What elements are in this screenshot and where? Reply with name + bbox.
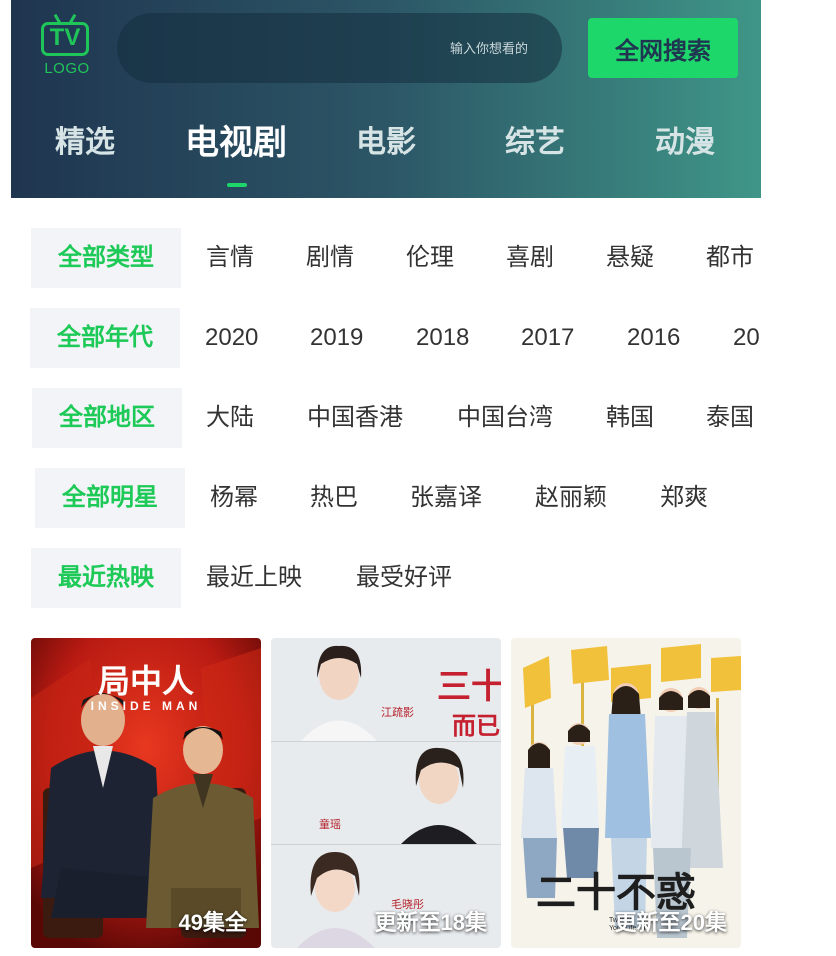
svg-text:童瑶: 童瑶	[319, 817, 341, 831]
tab-movies[interactable]: 电影	[334, 118, 438, 168]
search-input[interactable]	[117, 13, 562, 83]
filter-option[interactable]: 中国台湾	[457, 388, 553, 448]
svg-text:而已: 而已	[452, 711, 500, 740]
filter-option[interactable]: 2020	[205, 308, 258, 368]
filter-option[interactable]: 最近上映	[206, 548, 302, 608]
logo-text: LOGO	[44, 60, 90, 77]
filter-option[interactable]: 郑爽	[660, 468, 708, 528]
episode-status: 更新至18集	[374, 910, 487, 935]
filter-option[interactable]: 2016	[627, 308, 680, 368]
svg-text:INSIDE MAN: INSIDE MAN	[91, 699, 202, 713]
filter-row-star: 全部明星 杨幂 热巴 张嘉译 赵丽颖 郑爽	[0, 468, 836, 528]
episode-status: 更新至20集	[614, 910, 727, 935]
filter-option[interactable]: 泰国	[706, 388, 754, 448]
filter-row-type: 全部类型 言情 剧情 伦理 喜剧 悬疑 都市	[0, 228, 836, 288]
filter-option[interactable]: 大陆	[206, 388, 254, 448]
tv-logo[interactable]: TV LOGO	[39, 16, 95, 80]
svg-text:江疏影: 江疏影	[381, 705, 414, 719]
poster-image: 江疏影 三十 而已 童瑶 毛晓彤	[271, 638, 501, 948]
svg-text:三十: 三十	[437, 667, 501, 707]
app-header: TV LOGO 全网搜索 精选 电视剧 电影 综艺 动漫	[11, 0, 761, 198]
filter-all-types[interactable]: 全部类型	[31, 228, 181, 288]
tab-tv-series[interactable]: 电视剧	[171, 118, 301, 168]
filter-option[interactable]: 都市	[706, 228, 754, 288]
filter-all-regions[interactable]: 全部地区	[32, 388, 182, 448]
episode-status: 49集全	[178, 910, 247, 935]
filter-option[interactable]: 2019	[310, 308, 363, 368]
filter-option[interactable]: 伦理	[406, 228, 454, 288]
filter-option[interactable]: 2018	[416, 308, 469, 368]
poster-image: 局中人 INSIDE MAN	[31, 638, 261, 948]
tab-variety[interactable]: 综艺	[483, 118, 587, 168]
filter-option[interactable]: 悬疑	[606, 228, 654, 288]
filter-option[interactable]: 赵丽颖	[535, 468, 607, 528]
filter-option[interactable]: 最受好评	[356, 548, 452, 608]
filter-option[interactable]: 张嘉译	[410, 468, 482, 528]
filter-option[interactable]: 韩国	[606, 388, 654, 448]
show-card[interactable]: 江疏影 三十 而已 童瑶 毛晓彤 更新至18集	[271, 638, 501, 948]
show-card[interactable]: 二十不惑 Twenty Your Life On 更新至20集	[511, 638, 741, 948]
tab-featured[interactable]: 精选	[33, 118, 137, 168]
logo-tv-text: TV	[49, 24, 81, 51]
filter-row-year: 全部年代 2020 2019 2018 2017 2016 20	[0, 308, 836, 368]
tab-anime[interactable]: 动漫	[633, 118, 737, 168]
filter-option[interactable]: 剧情	[306, 228, 354, 288]
poster-image: 二十不惑 Twenty Your Life On	[511, 638, 741, 948]
filter-option[interactable]: 言情	[206, 228, 254, 288]
active-tab-indicator	[227, 183, 247, 187]
svg-text:局中人: 局中人	[98, 662, 194, 700]
filter-option[interactable]: 热巴	[310, 468, 358, 528]
filter-option[interactable]: 喜剧	[506, 228, 554, 288]
filter-row-region: 全部地区 大陆 中国香港 中国台湾 韩国 泰国	[0, 388, 836, 448]
search-all-button[interactable]: 全网搜索	[588, 18, 738, 78]
filter-option[interactable]: 杨幂	[210, 468, 258, 528]
filter-option[interactable]: 20	[733, 308, 761, 368]
filter-option[interactable]: 中国香港	[307, 388, 403, 448]
filter-all-stars[interactable]: 全部明星	[35, 468, 185, 528]
filter-option[interactable]: 2017	[521, 308, 574, 368]
filter-recent-hot[interactable]: 最近热映	[31, 548, 181, 608]
filter-all-years[interactable]: 全部年代	[30, 308, 180, 368]
show-card[interactable]: 局中人 INSIDE MAN 49集全	[31, 638, 261, 948]
filter-row-sort: 最近热映 最近上映 最受好评	[0, 548, 836, 608]
